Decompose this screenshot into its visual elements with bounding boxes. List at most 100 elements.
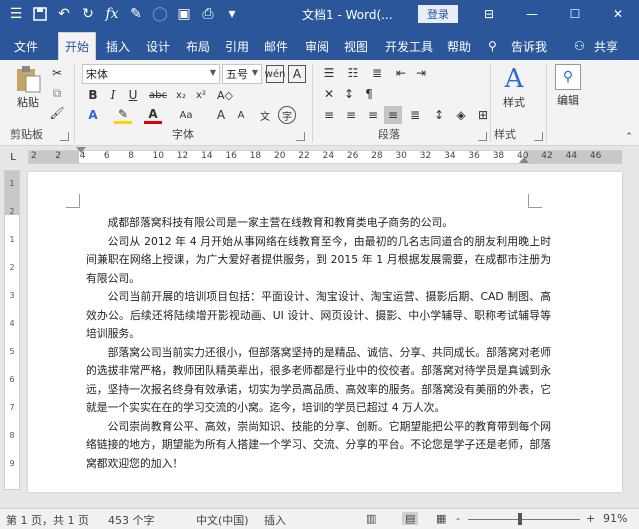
- tab-share[interactable]: 共享: [588, 32, 624, 60]
- zoom-in-button[interactable]: +: [586, 512, 595, 525]
- bullets-icon[interactable]: ☰: [320, 64, 338, 82]
- font-size-aa-icon[interactable]: Aa: [174, 106, 198, 124]
- print-layout-icon[interactable]: ▤: [402, 512, 419, 525]
- shrink-font-icon[interactable]: A: [232, 106, 250, 124]
- highlight-icon[interactable]: ✎: [114, 106, 132, 124]
- more-icon[interactable]: ▾: [220, 2, 244, 26]
- zoom-level[interactable]: 91%: [603, 512, 627, 525]
- increase-indent-icon[interactable]: ⇥: [412, 64, 430, 82]
- paste-button[interactable]: 粘贴: [10, 64, 46, 110]
- paragraph: 公司从 2012 年 4 月开始从事网络在线教育至今，由最初的几名志同道合的朋友…: [86, 234, 551, 285]
- italic-icon[interactable]: I: [104, 86, 122, 104]
- brush-icon[interactable]: ✎: [124, 2, 148, 26]
- numbering-icon[interactable]: ☷: [344, 64, 362, 82]
- superscript-icon[interactable]: x²: [192, 86, 210, 104]
- camera-icon[interactable]: ▣: [172, 2, 196, 26]
- strikethrough-icon[interactable]: abc: [146, 86, 170, 104]
- quick-access-toolbar: ☰ ↶ ↻ fx ✎ ◯ ▣ ⎙ ▾: [0, 0, 244, 28]
- align-left-icon[interactable]: ≡: [320, 106, 338, 124]
- document-body[interactable]: 成都部落窝科技有限公司是一家主营在线教育和教育类电子商务的公司。 公司从 201…: [86, 214, 551, 473]
- tab-help[interactable]: 帮助: [441, 32, 477, 60]
- zoom-slider[interactable]: [468, 519, 580, 520]
- save-icon[interactable]: [28, 2, 52, 26]
- clipboard-launcher-icon[interactable]: [60, 132, 69, 141]
- circle-icon[interactable]: ◯: [148, 2, 172, 26]
- tab-design[interactable]: 设计: [140, 32, 176, 60]
- align-center-icon[interactable]: ≡: [342, 106, 360, 124]
- app-menu-icon[interactable]: ☰: [4, 2, 28, 26]
- ruler-tick-label: 16: [225, 151, 237, 161]
- sort-icon[interactable]: ↕: [340, 85, 358, 103]
- maximize-icon[interactable]: ☐: [553, 0, 597, 28]
- format-painter-icon[interactable]: 🖌: [48, 104, 66, 122]
- document-page[interactable]: 成都部落窝科技有限公司是一家主营在线教育和教育类电子商务的公司。 公司从 201…: [28, 172, 622, 492]
- decrease-indent-icon[interactable]: ⇤: [392, 64, 410, 82]
- font-color-icon[interactable]: A: [144, 106, 162, 124]
- tab-insert[interactable]: 插入: [100, 32, 136, 60]
- styles-button[interactable]: A 样式: [496, 64, 532, 110]
- redo-icon[interactable]: ↻: [76, 2, 100, 26]
- clear-format-icon[interactable]: A◇: [216, 86, 234, 104]
- minimize-icon[interactable]: —: [510, 0, 554, 28]
- tab-mailings[interactable]: 邮件: [258, 32, 294, 60]
- zoom-out-button[interactable]: -: [456, 512, 460, 525]
- tab-review[interactable]: 审阅: [299, 32, 335, 60]
- tell-me-icon[interactable]: ⚲: [482, 32, 503, 60]
- cut-icon[interactable]: ✂: [48, 64, 66, 82]
- underline-icon[interactable]: U: [124, 86, 142, 104]
- tab-developer[interactable]: 开发工具: [379, 32, 439, 60]
- char-border-icon[interactable]: A: [288, 65, 306, 83]
- vruler-tick-label: 3: [9, 291, 15, 300]
- read-mode-icon[interactable]: ▥: [366, 512, 376, 525]
- ruler-tick-label: 42: [541, 151, 553, 161]
- enclose-char-icon[interactable]: 字: [278, 106, 296, 124]
- right-indent-icon[interactable]: [519, 157, 529, 163]
- bold-icon[interactable]: B: [84, 86, 102, 104]
- collapse-ribbon-icon[interactable]: ⌃: [620, 128, 638, 146]
- subscript-icon[interactable]: x₂: [172, 86, 190, 104]
- justify-icon[interactable]: ≡: [384, 106, 402, 124]
- tab-references[interactable]: 引用: [219, 32, 255, 60]
- web-layout-icon[interactable]: ▦: [436, 512, 446, 525]
- phonetic-icon[interactable]: 文: [256, 106, 274, 124]
- multilevel-list-icon[interactable]: ≣: [368, 64, 386, 82]
- ruler-tick-label: 6: [103, 151, 110, 161]
- edit-mode[interactable]: 插入: [264, 512, 286, 528]
- close-icon[interactable]: ✕: [596, 0, 639, 28]
- show-marks-icon[interactable]: ¶: [360, 85, 378, 103]
- tab-layout[interactable]: 布局: [180, 32, 216, 60]
- font-launcher-icon[interactable]: [296, 132, 305, 141]
- font-name-select[interactable]: 宋体 ▼: [82, 64, 220, 84]
- line-spacing-icon[interactable]: ↕: [430, 106, 448, 124]
- ribbon-options-icon[interactable]: ⊟: [467, 0, 511, 28]
- page-count[interactable]: 第 1 页，共 1 页: [6, 512, 89, 528]
- copy-icon[interactable]: ⧉: [48, 84, 66, 102]
- styles-launcher-icon[interactable]: [534, 132, 543, 141]
- editing-button[interactable]: ⚲ 编辑: [550, 64, 586, 108]
- vertical-ruler[interactable]: 1 2 1 2 3 4 5 6 7 8 9: [4, 170, 20, 490]
- zoom-slider-thumb[interactable]: [517, 513, 522, 525]
- paragraph-launcher-icon[interactable]: [478, 132, 487, 141]
- word-count[interactable]: 453 个字: [108, 512, 155, 528]
- change-case-icon[interactable]: wén: [265, 65, 285, 83]
- tab-stop-icon[interactable]: L: [4, 148, 22, 166]
- shading-icon[interactable]: ◈: [452, 106, 470, 124]
- tab-view[interactable]: 视图: [338, 32, 374, 60]
- tab-home[interactable]: 开始: [58, 32, 97, 60]
- login-button[interactable]: 登录: [418, 5, 458, 23]
- print-icon[interactable]: ⎙: [196, 2, 220, 26]
- first-line-indent-icon[interactable]: [76, 147, 86, 153]
- grow-font-icon[interactable]: A: [212, 106, 230, 124]
- ruler-tick-label: 8: [128, 151, 134, 161]
- chinese-layout-icon[interactable]: ✕: [320, 85, 338, 103]
- tab-tell-me[interactable]: 告诉我: [505, 32, 553, 60]
- language[interactable]: 中文(中国): [196, 512, 249, 528]
- distributed-icon[interactable]: ≣: [406, 106, 424, 124]
- undo-icon[interactable]: ↶: [52, 2, 76, 26]
- align-right-icon[interactable]: ≡: [364, 106, 382, 124]
- text-effect-icon[interactable]: A: [84, 106, 102, 124]
- tab-file[interactable]: 文件: [8, 32, 44, 60]
- font-size-select[interactable]: 五号 ▼: [222, 64, 262, 84]
- formula-icon[interactable]: fx: [100, 2, 124, 26]
- horizontal-ruler[interactable]: L 2 2 4 6 8 10 12 14 16 18 20 22 24 26 28 30 32 34 36 38 40 4…: [0, 146, 639, 168]
